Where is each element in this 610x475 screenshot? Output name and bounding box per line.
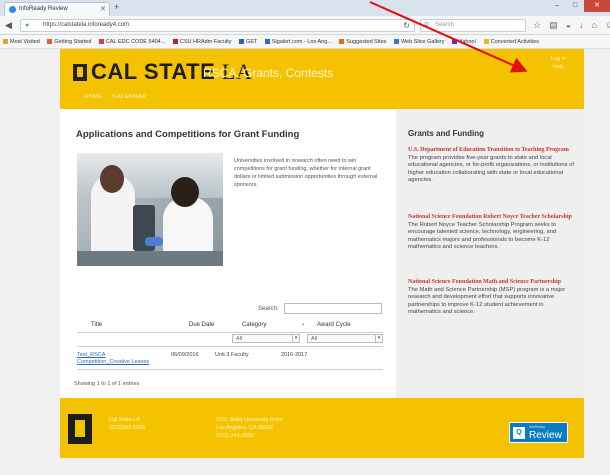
window-controls: – □ ✕ [548,0,610,12]
address-bar[interactable]: ● https://calstatela.infoready4.com ↻ [20,19,415,32]
bookmark-item[interactable]: GET [239,39,257,45]
row-title-link[interactable]: Test_RSCA Competition_Creative Leaves [77,352,157,366]
browser-toolbar: ◀ ● https://calstatela.infoready4.com ↻ … [0,16,610,35]
browser-tab[interactable]: InfoReady Review ✕ [4,2,110,16]
search-icon: ⚲ [424,22,430,29]
new-tab-icon[interactable]: + [114,2,119,12]
table-info: Showing 1 to 1 of 1 entries [74,381,140,387]
reading-list-icon[interactable]: ▤ [549,19,558,31]
column-header-award-cycle[interactable]: Award Cycle [317,322,351,328]
nav-home[interactable]: HOME [84,94,103,100]
sort-icon[interactable]: ▾ [302,322,305,328]
lock-icon: ● [25,22,30,29]
toolbar-icons: ☆ ▤ ◒ ↓ ⌂ ☺ ≡ [533,19,610,31]
sync-icon[interactable]: ☺ [605,19,610,31]
bookmark-star-icon[interactable]: ☆ [533,19,541,31]
chevron-down-icon: ▾ [292,335,299,342]
bookmark-item[interactable]: Most Visited [3,39,40,45]
footer-address: 5151 State University Drive Los Angeles,… [216,417,283,439]
site-footer: Cal State LA (323)343-5000 5151 State Un… [60,398,584,458]
grant-description: The Math and Science Partnership (MSP) p… [408,286,566,316]
bookmark-item[interactable]: Yahoo! [452,39,476,45]
row-award-cycle: 2016-2017 [281,352,308,358]
maximize-icon[interactable]: □ [566,0,584,12]
grant-item: U.S. Department of Education Transition … [408,147,576,185]
row-due-date: 06/09/2016 [171,352,199,358]
bookmark-item[interactable]: Web Slice Gallery [393,39,445,45]
sidebar-heading: Grants and Funding [408,129,484,138]
grant-description: The program provides five-year grants to… [408,154,574,184]
bookmark-item[interactable]: CAL EDC CODE 5404... [98,39,165,45]
favicon-icon [9,6,16,13]
page-title: Applications and Competitions for Grant … [76,129,300,140]
infoready-review-badge[interactable]: Q InfoReady Review [509,422,568,443]
download-icon[interactable]: ↓ [579,19,584,31]
account-links: Log in Help [551,55,566,71]
back-icon[interactable]: ◀ [5,19,12,31]
chevron-down-icon: ▾ [375,335,382,342]
grant-item: National Science Foundation Math and Sci… [408,279,576,317]
bookmark-item[interactable]: Getting Started [47,39,91,45]
help-link[interactable]: Help [551,63,566,71]
cal-state-la-logo-icon [68,414,92,444]
url-text: https://calstatela.infoready4.com [43,22,130,28]
pocket-icon[interactable]: ◒ [566,19,571,31]
grant-title-link[interactable]: National Science Foundation Robert Noyce… [408,214,576,222]
tab-title: InfoReady Review [19,6,68,12]
site-header: CAL STATE LA RSCA, Grants, Contests Log … [60,49,584,109]
close-tab-icon[interactable]: ✕ [100,5,106,13]
row-category: Unit 3 Faculty [215,352,249,358]
award-cycle-filter-select[interactable]: All ▾ [307,334,383,343]
browser-tab-bar: InfoReady Review ✕ + – □ ✕ [0,0,610,16]
intro-text: Universities involved in research often … [234,158,378,188]
grant-item: National Science Foundation Robert Noyce… [408,214,576,252]
nav-calendar[interactable]: CALENDAR [113,94,147,100]
main-nav: HOME CALENDAR [84,94,154,100]
table-search-label: Search: [258,306,279,312]
grant-description: The Robert Noyce Teacher Scholarship Pro… [408,221,557,251]
main-content: Applications and Competitions for Grant … [60,109,396,398]
bookmarks-bar: Most Visited Getting Started CAL EDC COD… [0,35,610,49]
category-filter-select[interactable]: All ▾ [232,334,300,343]
site-title: RSCA, Grants, Contests [203,66,334,80]
table-search-input[interactable] [284,303,382,314]
web-page: CAL STATE LA RSCA, Grants, Contests Log … [0,49,610,475]
cal-state-la-logo-icon[interactable] [73,64,87,81]
column-header-due-date[interactable]: Due Date [189,322,214,328]
column-header-category[interactable]: Category [242,322,266,328]
grant-title-link[interactable]: National Science Foundation Math and Sci… [408,279,576,287]
bookmark-item[interactable]: Suggested Sites [339,39,386,45]
footer-organization: Cal State LA (323)343-5000 [109,417,146,431]
minimize-icon[interactable]: – [548,0,566,12]
browser-search-input[interactable]: ⚲ Search [420,19,526,32]
researchers-photo [77,153,223,266]
page-bottom [0,458,610,475]
bookmark-item[interactable]: CSU HRAdm Faculty [172,39,232,45]
infoready-logo-icon: Q [513,427,525,439]
reload-icon[interactable]: ↻ [403,21,410,30]
home-icon[interactable]: ⌂ [592,19,597,31]
column-header-title[interactable]: Title [91,322,102,328]
login-link[interactable]: Log in [551,55,566,63]
search-placeholder: Search [435,22,455,28]
close-window-icon[interactable]: ✕ [584,0,610,12]
bookmark-item[interactable]: Converted Activities [483,39,539,45]
bookmark-item[interactable]: Sigalert.com - Los Ang... [264,39,332,45]
grant-title-link[interactable]: U.S. Department of Education Transition … [408,147,576,155]
sidebar: Grants and Funding U.S. Department of Ed… [396,109,584,398]
